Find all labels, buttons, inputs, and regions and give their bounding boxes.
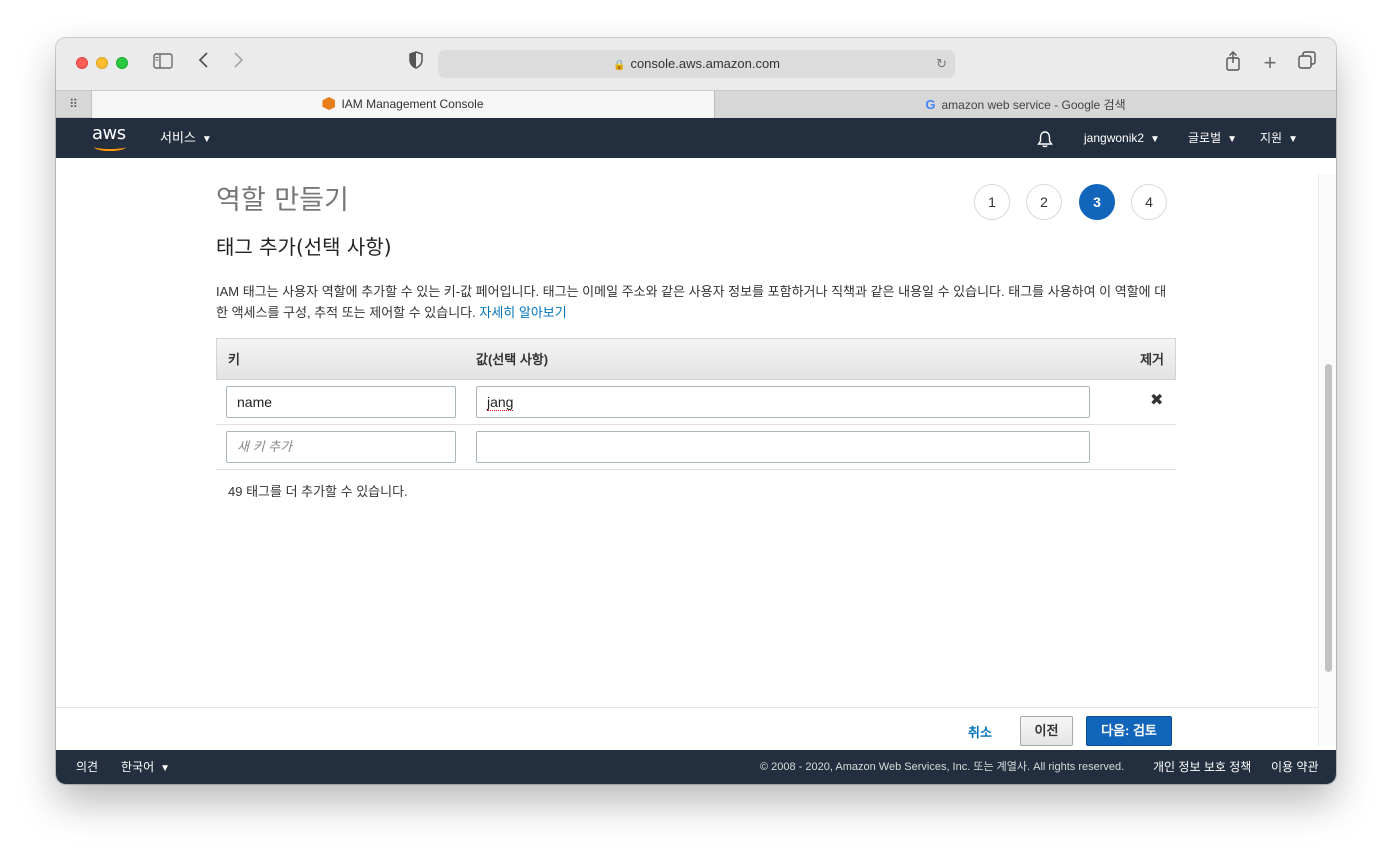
learn-more-link[interactable]: 자세히 알아보기 bbox=[479, 305, 566, 320]
tab-bar: ⠿ IAM Management Console Gamazon web ser… bbox=[56, 90, 1336, 118]
scrollbar-thumb[interactable] bbox=[1325, 364, 1332, 672]
minimize-window-button[interactable] bbox=[96, 57, 108, 69]
terms-link[interactable]: 이용 약관 bbox=[1271, 750, 1319, 784]
step-3-current: 3 bbox=[1079, 184, 1115, 220]
tags-table: 키 값(선택 사항) 제거 name jang ✖ 새 키 추가 bbox=[216, 338, 1176, 470]
browser-window: 🔒 console.aws.amazon.com ↻ + ⠿ IAM Manage… bbox=[56, 38, 1336, 784]
remaining-tags-count: 49 태그를 더 추가할 수 있습니다. bbox=[228, 484, 408, 499]
language-menu[interactable]: 한국어 ▼ bbox=[121, 750, 170, 784]
account-name: jangwonik2 bbox=[1084, 131, 1145, 145]
column-header-remove: 제거 bbox=[1140, 352, 1164, 367]
tags-description: IAM 태그는 사용자 역할에 추가할 수 있는 키-값 페어입니다. 태그는 … bbox=[216, 281, 1176, 323]
tab-title: amazon web service - Google 검색 bbox=[941, 98, 1126, 112]
table-row: name jang ✖ bbox=[216, 380, 1176, 425]
support-label: 지원 bbox=[1260, 131, 1283, 145]
close-window-button[interactable] bbox=[76, 57, 88, 69]
caret-down-icon: ▼ bbox=[1227, 134, 1238, 145]
new-tag-value-input[interactable] bbox=[476, 431, 1090, 463]
table-row-new: 새 키 추가 bbox=[216, 425, 1176, 470]
aws-nav-bar: aws 서비스 ▼ jangwonik2 ▼ 글로벌 ▼ 지원 ▼ bbox=[56, 118, 1336, 158]
share-icon[interactable] bbox=[1222, 51, 1244, 75]
browser-toolbar: 🔒 console.aws.amazon.com ↻ + bbox=[56, 38, 1336, 90]
tab-group-icon[interactable]: ⠿ bbox=[56, 91, 92, 118]
main-content: 역할 만들기 1 2 3 4 태그 추가(선택 사항) IAM 태그는 사용자 … bbox=[56, 158, 1318, 707]
section-title: 태그 추가(선택 사항) bbox=[216, 235, 392, 259]
google-g-icon: G bbox=[925, 97, 936, 112]
sidebar-toggle-icon[interactable] bbox=[152, 51, 174, 75]
page-scrollbar[interactable] bbox=[1318, 174, 1336, 746]
region-menu[interactable]: 글로벌 ▼ bbox=[1188, 118, 1237, 158]
tag-value-text: jang bbox=[487, 394, 514, 411]
page-title: 역할 만들기 bbox=[216, 185, 349, 216]
new-tab-icon[interactable]: + bbox=[1259, 51, 1281, 75]
zoom-window-button[interactable] bbox=[116, 57, 128, 69]
tab-title: IAM Management Console bbox=[341, 97, 484, 111]
caret-down-icon: ▼ bbox=[1150, 134, 1160, 145]
support-menu[interactable]: 지원 ▼ bbox=[1260, 118, 1298, 158]
step-4: 4 bbox=[1131, 184, 1167, 220]
tag-value-input[interactable]: jang bbox=[476, 386, 1090, 418]
caret-down-icon: ▼ bbox=[201, 134, 212, 145]
feedback-link[interactable]: 의견 bbox=[76, 750, 98, 784]
privacy-policy-link[interactable]: 개인 정보 보호 정책 bbox=[1153, 750, 1251, 784]
column-header-key: 키 bbox=[228, 352, 240, 367]
cancel-button[interactable]: 취소 bbox=[968, 722, 992, 741]
remove-tag-icon[interactable]: ✖ bbox=[1150, 390, 1163, 410]
tag-key-input[interactable]: name bbox=[226, 386, 456, 418]
new-tag-key-input[interactable]: 새 키 추가 bbox=[226, 431, 456, 463]
tab-overview-icon[interactable] bbox=[1296, 51, 1318, 75]
address-bar[interactable]: 🔒 console.aws.amazon.com ↻ bbox=[438, 50, 955, 78]
tab-google-search[interactable]: Gamazon web service - Google 검색 bbox=[715, 91, 1336, 118]
forward-icon[interactable] bbox=[228, 51, 248, 75]
step-2[interactable]: 2 bbox=[1026, 184, 1062, 220]
privacy-shield-icon[interactable] bbox=[406, 51, 426, 75]
wizard-action-bar: 취소 이전 다음: 검토 bbox=[56, 707, 1318, 750]
aws-cube-icon bbox=[322, 97, 336, 110]
copyright-text: © 2008 - 2020, Amazon Web Services, Inc.… bbox=[760, 761, 1125, 773]
services-menu[interactable]: 서비스 ▼ bbox=[160, 118, 212, 158]
region-label: 글로벌 bbox=[1188, 131, 1222, 145]
column-header-value: 값(선택 사항) bbox=[476, 352, 549, 367]
table-header: 키 값(선택 사항) 제거 bbox=[216, 338, 1176, 380]
caret-down-icon: ▼ bbox=[160, 763, 171, 774]
url-text: console.aws.amazon.com bbox=[630, 56, 781, 71]
console-footer: 의견 한국어 ▼ © 2008 - 2020, Amazon Web Servic… bbox=[56, 750, 1336, 784]
caret-down-icon: ▼ bbox=[1288, 134, 1298, 145]
back-icon[interactable] bbox=[194, 51, 214, 75]
lock-icon: 🔒 bbox=[612, 60, 626, 71]
description-text: IAM 태그는 사용자 역할에 추가할 수 있는 키-값 페어입니다. 태그는 … bbox=[216, 284, 1167, 320]
next-review-button[interactable]: 다음: 검토 bbox=[1086, 716, 1172, 746]
services-label: 서비스 bbox=[160, 130, 196, 145]
notifications-bell-icon[interactable] bbox=[1036, 118, 1058, 158]
account-menu[interactable]: jangwonik2 ▼ bbox=[1084, 118, 1160, 158]
step-1[interactable]: 1 bbox=[974, 184, 1010, 220]
aws-smile-logo-mark bbox=[94, 143, 126, 151]
reload-icon[interactable]: ↻ bbox=[936, 50, 947, 78]
previous-button[interactable]: 이전 bbox=[1020, 716, 1073, 746]
tab-iam-console[interactable]: IAM Management Console bbox=[92, 91, 715, 118]
language-label: 한국어 bbox=[121, 760, 155, 774]
